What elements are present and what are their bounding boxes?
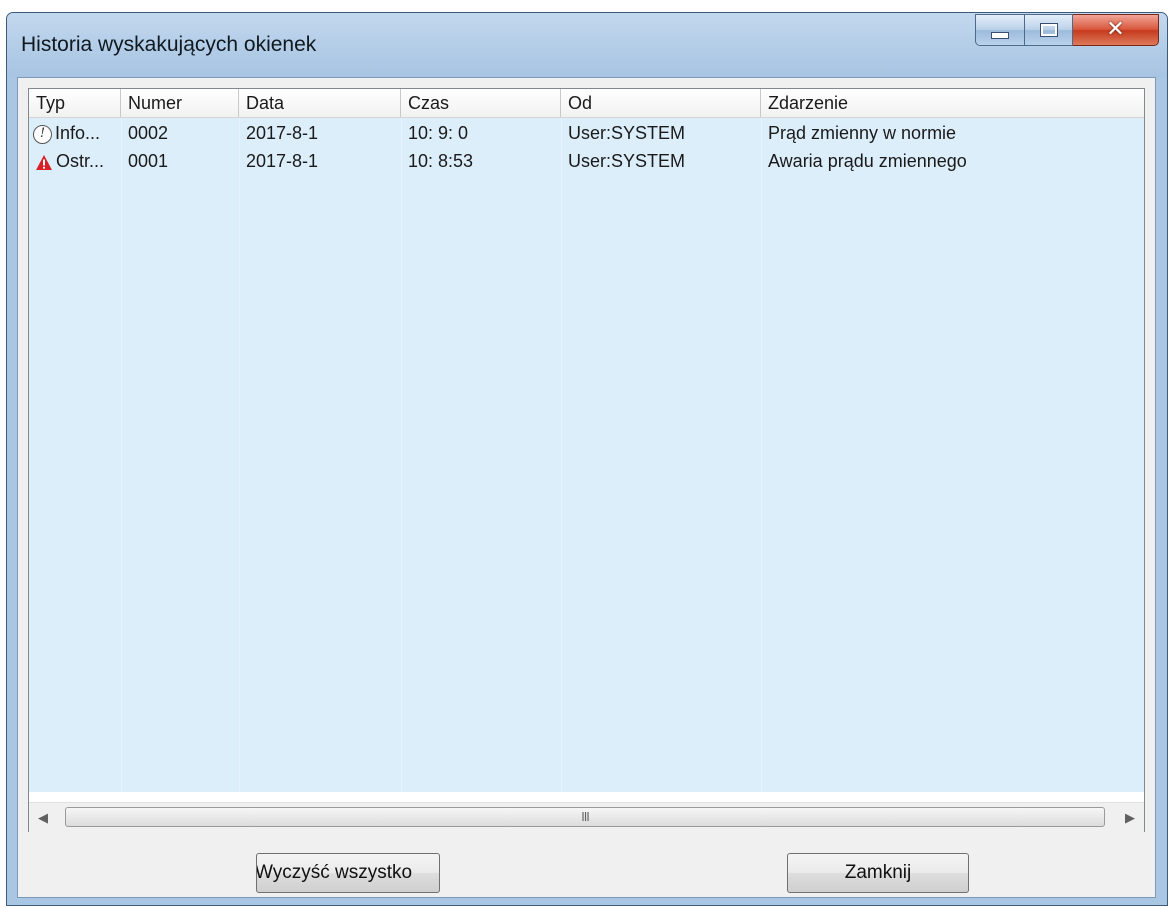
column-divider [761,118,762,792]
close-button[interactable]: Zamknij [787,853,969,893]
chevron-left-icon: ◀ [38,810,48,826]
window-title: Historia wyskakujących okienek [21,33,317,56]
list-row[interactable]: Ostr... 0001 2017-8-1 10: 8:53 User:SYST… [29,147,1144,175]
column-divider [401,118,402,792]
caption-buttons: ✕ [975,14,1159,48]
cell-date: 2017-8-1 [246,123,319,143]
cell-event: Awaria prądu zmiennego [768,151,967,171]
column-divider [239,118,240,792]
title-bar[interactable]: Historia wyskakujących okienek ✕ [7,13,1167,77]
close-window-button[interactable]: ✕ [1073,14,1159,46]
list-row[interactable]: ! Info... 0002 2017-8-1 10: 9: 0 User:SYS… [29,119,1144,147]
column-divider [561,118,562,792]
scroll-thumb[interactable]: III [65,807,1105,827]
clear-all-button[interactable]: Wyczyść wszystko [256,853,440,893]
cell-type: Ostr... [29,147,121,175]
chevron-right-icon: ▶ [1125,810,1135,826]
column-divider [121,118,122,792]
popup-history-window: Historia wyskakujących okienek ✕ Typ Num… [6,12,1168,906]
scroll-left-button[interactable]: ◀ [29,803,57,833]
minimize-button[interactable] [975,14,1025,46]
type-label: Info... [55,123,101,143]
column-header-number[interactable]: Numer [121,89,239,117]
maximize-icon [1039,23,1058,37]
cell-type: ! Info... [29,119,121,147]
list-header: Typ Numer Data Czas Od Zdarzenie [29,89,1144,118]
cell-from: User:SYSTEM [568,123,686,143]
scroll-right-button[interactable]: ▶ [1116,803,1144,833]
column-header-time[interactable]: Czas [401,89,561,117]
cell-from: User:SYSTEM [568,151,686,171]
column-header-from[interactable]: Od [561,89,761,117]
cell-number: 0001 [128,151,169,171]
warning-icon [36,154,52,170]
cell-number: 0002 [128,123,169,143]
column-header-event[interactable]: Zdarzenie [761,89,1144,117]
cell-time: 10: 8:53 [408,151,474,171]
maximize-button[interactable] [1025,14,1073,46]
cell-date: 2017-8-1 [246,151,319,171]
close-label: Zamknij [844,862,912,883]
column-header-date[interactable]: Data [239,89,401,117]
info-icon: ! [33,124,52,144]
dialog-client-area: Typ Numer Data Czas Od Zdarzenie ! Info..… [17,77,1156,898]
minimize-icon [991,31,1009,39]
cell-event: Prąd zmienny w normie [768,123,957,143]
close-icon: ✕ [1106,17,1125,42]
scroll-grip-icon: III [581,810,590,824]
cell-time: 10: 9: 0 [408,123,469,143]
horizontal-scrollbar[interactable]: ◀ III ▶ [29,802,1144,833]
list-rows[interactable]: ! Info... 0002 2017-8-1 10: 9: 0 User:SYS… [29,118,1144,792]
type-label: Ostr... [56,151,105,171]
history-list[interactable]: Typ Numer Data Czas Od Zdarzenie ! Info..… [28,88,1145,833]
column-header-type[interactable]: Typ [29,89,121,117]
clear-all-label: Wyczyść wszystko [256,862,413,883]
